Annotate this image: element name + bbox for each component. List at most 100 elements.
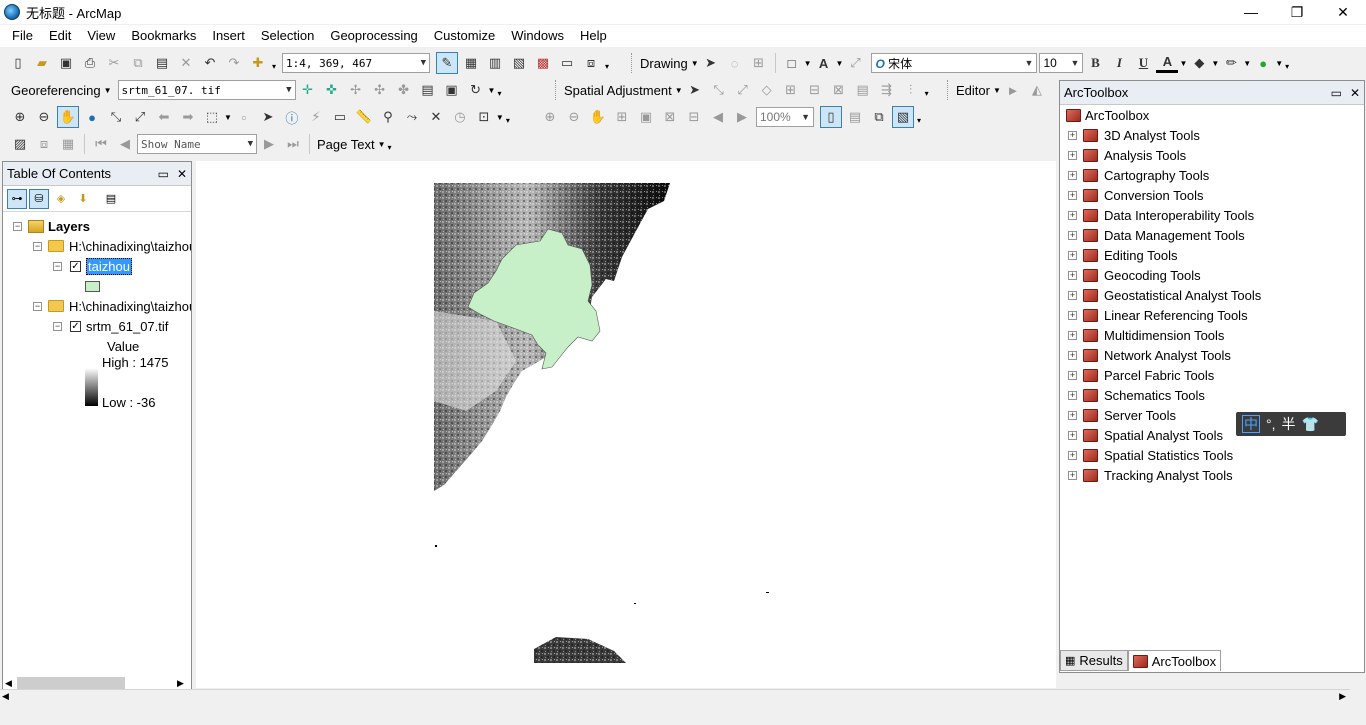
drawing-menu[interactable]: Drawing	[637, 56, 691, 71]
paste-icon[interactable]: ▤	[151, 52, 173, 74]
toolbar-options-icon[interactable]: ▾	[495, 82, 503, 98]
page-name-select[interactable]: Show Name ▼	[137, 134, 257, 154]
create-viewer-icon[interactable]: ⊡	[473, 106, 495, 128]
underline-button[interactable]: U	[1132, 52, 1154, 74]
layout-zoom-out-icon[interactable]: ⊖	[563, 106, 585, 128]
toolbox-item[interactable]: + Analysis Tools	[1068, 145, 1186, 165]
new-identity-link-icon[interactable]: ⊞	[780, 79, 802, 101]
toolbar-grip[interactable]	[947, 80, 950, 100]
toolbox-item[interactable]: + Conversion Tools	[1068, 185, 1203, 205]
layout-pan-icon[interactable]: ✋	[587, 106, 609, 128]
menu-edit[interactable]: Edit	[41, 25, 79, 47]
toolbar-grip[interactable]	[631, 53, 634, 73]
font-color-button[interactable]: A	[1156, 53, 1179, 73]
polygon-symbol[interactable]	[85, 276, 100, 296]
scroll-right-icon[interactable]: ▶	[177, 678, 189, 689]
toolbox-item[interactable]: + Spatial Analyst Tools	[1068, 425, 1223, 445]
select-features-icon[interactable]: ⬚	[201, 106, 223, 128]
toolbar-options-icon[interactable]: ▾	[915, 109, 923, 125]
first-page-icon[interactable]: ⏮	[90, 133, 112, 155]
autohide-icon[interactable]: ▭	[158, 167, 169, 181]
new-document-icon[interactable]: ▯	[7, 52, 29, 74]
menu-selection[interactable]: Selection	[253, 25, 322, 47]
scroll-thumb[interactable]	[17, 677, 125, 689]
list-by-selection-icon[interactable]: ⬇	[73, 189, 93, 209]
menu-customize[interactable]: Customize	[426, 25, 503, 47]
view-link-table-icon[interactable]: ▤	[852, 79, 874, 101]
marker-color-icon[interactable]: ●	[1252, 52, 1274, 74]
zoom-whole-page-icon[interactable]: ⊞	[748, 52, 770, 74]
rotate-georef-icon[interactable]: ✢	[345, 79, 367, 101]
data-driven-pages-icon[interactable]: ▧	[892, 106, 914, 128]
back-extent-icon[interactable]: ⬅	[153, 106, 175, 128]
group-node-1[interactable]: − H:\chinadixing\taizhou	[33, 236, 191, 256]
menu-insert[interactable]: Insert	[204, 25, 253, 47]
list-by-drawing-order-icon[interactable]: ⊶	[7, 188, 27, 209]
new-limited-area-icon[interactable]: ⊟	[804, 79, 826, 101]
update-display-icon[interactable]: ↻	[465, 79, 487, 101]
modify-link-icon[interactable]: ⤢	[732, 79, 754, 101]
spatial-adjustment-menu[interactable]: Spatial Adjustment	[561, 83, 675, 98]
menu-view[interactable]: View	[79, 25, 123, 47]
hyperlink-icon[interactable]: ⚡	[305, 106, 327, 128]
select-elements-icon[interactable]: ➤	[684, 79, 706, 101]
editor-toolbar-icon[interactable]: ✎	[436, 52, 458, 74]
layer1-name[interactable]: taizhou	[86, 257, 132, 275]
refresh-pages-icon[interactable]: ⧈	[33, 133, 55, 155]
list-by-visibility-icon[interactable]: ◈	[51, 189, 71, 209]
expand-icon[interactable]: +	[1068, 410, 1077, 420]
expand-icon[interactable]: +	[1068, 370, 1077, 380]
group-node-2[interactable]: − H:\chinadixing\taizhou	[33, 296, 191, 316]
expand-icon[interactable]: +	[1068, 330, 1077, 340]
bold-button[interactable]: B	[1084, 52, 1106, 74]
expand-icon[interactable]: +	[1068, 190, 1077, 200]
zoom-percent-select[interactable]: 100% ▼	[756, 107, 814, 127]
line-color-icon[interactable]: ✏	[1220, 52, 1242, 74]
toolbar-options-icon[interactable]: ▾	[603, 55, 611, 71]
collapse-icon[interactable]: −	[33, 301, 42, 311]
list-by-source-icon[interactable]: ⛁	[29, 188, 49, 209]
toolbox-item[interactable]: + Tracking Analyst Tools	[1068, 465, 1233, 485]
map-horizontal-scrollbar[interactable]: ◀ ▶	[0, 689, 1350, 703]
expand-icon[interactable]: +	[1068, 390, 1077, 400]
undo-icon[interactable]: ↶	[199, 52, 221, 74]
tab-results[interactable]: ▦ Results	[1060, 650, 1128, 671]
toolbar-options-icon[interactable]: ▾	[504, 109, 512, 125]
search-window-icon[interactable]: ▧	[508, 52, 530, 74]
expand-icon[interactable]: +	[1068, 450, 1077, 460]
new-text-icon[interactable]: A	[813, 52, 835, 74]
editor-menu[interactable]: Editor	[953, 83, 993, 98]
zoom-out-icon[interactable]: ⊖	[33, 106, 55, 128]
horizontal-scrollbar[interactable]: ◀ ▶	[5, 676, 189, 690]
layer-node-srtm[interactable]: − ✓ srtm_61_07.tif	[53, 316, 168, 336]
select-elements-icon[interactable]: ➤	[700, 52, 722, 74]
edge-match-icon[interactable]: ⫶	[900, 79, 922, 101]
scroll-left-icon[interactable]: ◀	[5, 678, 17, 689]
menu-bookmarks[interactable]: Bookmarks	[123, 25, 204, 47]
change-layout-icon[interactable]: ⧉	[868, 106, 890, 128]
ime-skin-icon[interactable]: 👕	[1302, 416, 1319, 433]
select-elements-icon[interactable]: ➤	[257, 106, 279, 128]
catalog-window-icon[interactable]: ▥	[484, 52, 506, 74]
expand-icon[interactable]: +	[1068, 270, 1077, 280]
tab-arctoolbox[interactable]: ArcToolbox	[1127, 650, 1222, 671]
toolbar-options-icon[interactable]: ▾	[1283, 55, 1291, 71]
time-slider-icon[interactable]: ◷	[449, 106, 471, 128]
expand-icon[interactable]: +	[1068, 150, 1077, 160]
toolbox-item[interactable]: +3D Analyst Tools	[1068, 125, 1200, 145]
add-control-points-icon[interactable]: ✛	[297, 79, 319, 101]
edit-annotation-icon[interactable]: ◭	[1026, 79, 1048, 101]
page-text-menu[interactable]: Page Text	[314, 137, 378, 152]
georef-layer-select[interactable]: srtm_61_07. tif ▼	[117, 80, 296, 100]
measure-icon[interactable]: 📏	[353, 106, 375, 128]
toolbox-item[interactable]: + Linear Referencing Tools	[1068, 305, 1248, 325]
rotate-icon[interactable]: ◌	[724, 52, 746, 74]
font-name-select[interactable]: O 宋体 ▼	[871, 53, 1038, 73]
dem-raster-layer[interactable]	[434, 183, 769, 663]
menu-windows[interactable]: Windows	[503, 25, 572, 47]
toolbox-item[interactable]: + Spatial Statistics Tools	[1068, 445, 1233, 465]
autohide-icon[interactable]: ▭	[1331, 86, 1342, 100]
next-extent-layout-icon[interactable]: ▶	[731, 106, 753, 128]
fixed-zoom-out-layout-icon[interactable]: ⊟	[683, 106, 705, 128]
toggle-draft-mode-icon[interactable]: ▯	[820, 106, 842, 128]
